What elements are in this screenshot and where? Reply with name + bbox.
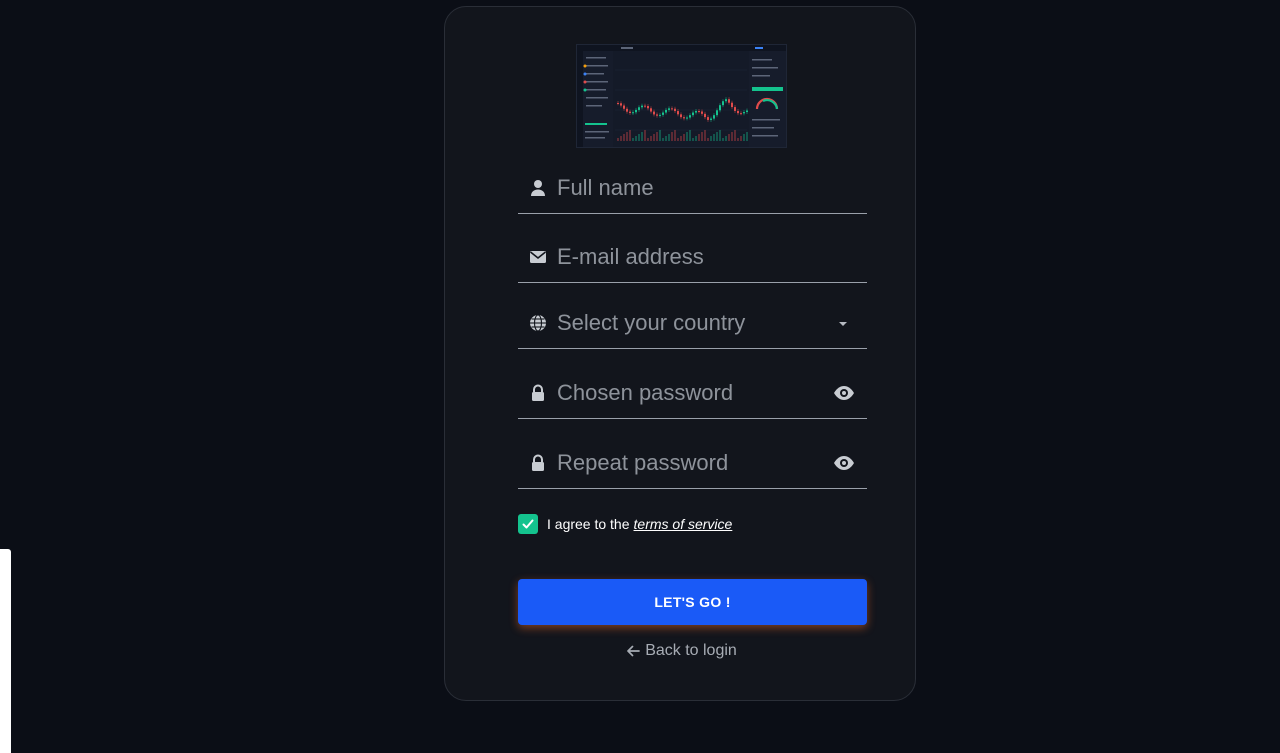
show-repeat-password-eye-icon[interactable] (833, 452, 855, 474)
email-input[interactable] (557, 241, 827, 273)
country-select[interactable]: Select your country (518, 303, 867, 349)
country-select-value: Select your country (557, 310, 746, 335)
full-name-input[interactable] (557, 172, 827, 204)
terms-of-service-link[interactable]: terms of service (634, 516, 733, 532)
submit-button[interactable]: LET'S GO ! (518, 579, 867, 625)
show-password-eye-icon[interactable] (833, 382, 855, 404)
user-icon (528, 178, 548, 198)
page: Select your country I agr (0, 0, 1280, 753)
terms-text: I agree to the (547, 516, 630, 532)
password-field (518, 373, 867, 419)
arrow-left-icon (625, 643, 641, 659)
lock-icon (528, 453, 548, 473)
back-to-login-link[interactable]: Back to login (445, 642, 917, 660)
email-field (518, 237, 867, 283)
platform-preview-image (576, 44, 787, 148)
check-icon (522, 519, 534, 529)
full-name-field (518, 168, 867, 214)
repeat-password-field (518, 443, 867, 489)
password-input[interactable] (557, 377, 827, 409)
back-to-login-label: Back to login (645, 642, 737, 659)
repeat-password-input[interactable] (557, 447, 827, 479)
chevron-down-icon (839, 322, 847, 326)
edge-strip (0, 549, 11, 753)
terms-agreement: I agree to the terms of service (518, 513, 732, 535)
lock-icon (528, 383, 548, 403)
globe-icon (528, 313, 548, 333)
envelope-icon (528, 247, 548, 267)
terms-checkbox[interactable] (518, 514, 538, 534)
register-card: Select your country I agr (444, 6, 916, 701)
